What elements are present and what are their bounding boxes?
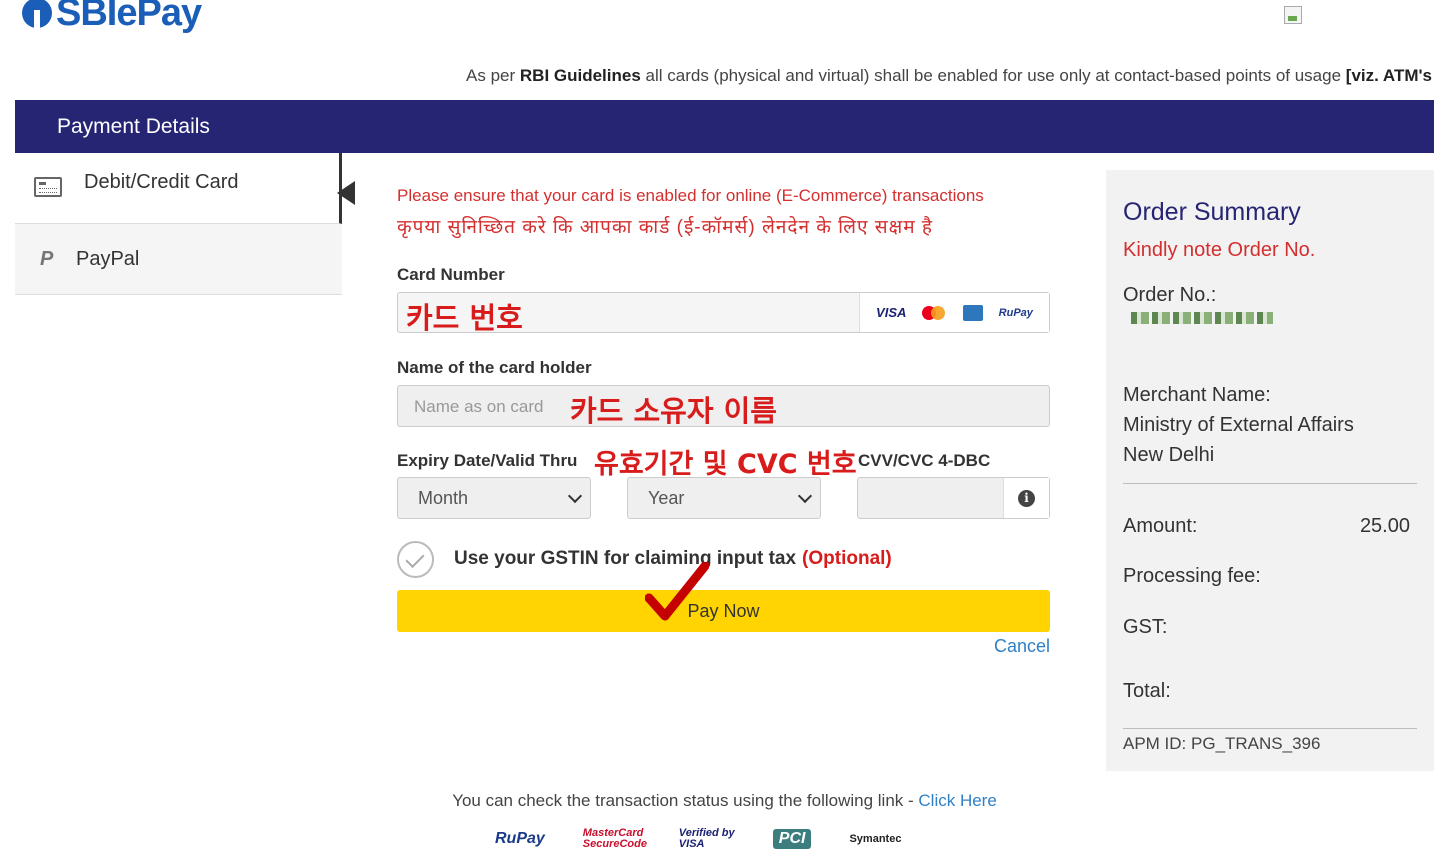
order-summary-title: Order Summary (1123, 198, 1301, 226)
card-network-logos: VISA RuPay (859, 293, 1049, 332)
expiry-month-value: Month (418, 487, 469, 508)
rupay-badge-icon: RuPay (495, 830, 545, 847)
card-holder-label: Name of the card holder (397, 358, 592, 377)
expiry-month-select[interactable]: Month (397, 477, 591, 519)
transaction-status-line: You can check the transaction status usi… (0, 791, 1440, 811)
mastercard-securecode-badge-icon: MasterCard SecureCode (582, 827, 647, 850)
merchant-name-line-1: Ministry of External Affairs (1123, 414, 1354, 436)
page-title: Payment Details (57, 115, 210, 138)
logo-text: SBIePay (56, 0, 202, 34)
verified-by-visa-badge-icon: Verified by VISA (678, 827, 735, 850)
pci-badge-icon: PCI (772, 829, 812, 849)
gstin-optional-label: (Optional) (802, 548, 892, 569)
visa-logo-icon: VISA (876, 305, 907, 320)
payment-method-sidebar: Debit/Credit Card P PayPal (15, 153, 355, 295)
pay-now-button[interactable]: Pay Now (397, 590, 1050, 632)
sbiepay-logo: SBIePay (22, 0, 202, 34)
cancel-link[interactable]: Cancel (994, 636, 1050, 657)
transaction-status-text: You can check the transaction status usi… (452, 791, 919, 810)
expiry-annotation: 유효기간 및 CVC 번호 (594, 449, 857, 480)
order-summary-panel: Order Summary Kindly note Order No. Orde… (1106, 170, 1434, 771)
card-number-label: Card Number (397, 265, 505, 284)
summary-divider (1123, 728, 1417, 729)
processing-fee-label: Processing fee: (1123, 565, 1261, 587)
merchant-name-label: Merchant Name: (1123, 384, 1271, 406)
apm-id: APM ID: PG_TRANS_396 (1123, 734, 1321, 753)
cvv-info-button[interactable]: i (1003, 478, 1049, 518)
expiry-label: Expiry Date/Valid Thru (397, 451, 578, 470)
order-number-redacted (1131, 312, 1273, 324)
amount-value: 25.00 (1359, 515, 1410, 537)
order-number-note: Kindly note Order No. (1123, 239, 1316, 261)
mastercard-logo-icon (922, 305, 946, 320)
expiry-year-select[interactable]: Year (627, 477, 821, 519)
gstin-option-row: Use your GSTIN for claiming input tax (Op… (397, 540, 892, 578)
sidebar-item-label: PayPal (76, 247, 140, 270)
click-here-link[interactable]: Click Here (918, 791, 996, 810)
rupay-logo-icon: RuPay (998, 306, 1033, 319)
card-holder-annotation: 카드 소유자 이름 (570, 394, 777, 428)
gstin-label: Use your GSTIN for claiming input tax (Op… (454, 548, 892, 570)
symantec-badge-icon: Symantec (849, 833, 902, 845)
ecommerce-warning-hindi: कृपया सुनिच्छित करे कि आपका कार्ड (ई-कॉम… (397, 217, 933, 238)
order-number-label: Order No.: (1123, 284, 1217, 306)
rbi-notice-prefix: As per (466, 66, 520, 85)
card-holder-input[interactable]: Name as on card 카드 소유자 이름 (397, 385, 1050, 428)
summary-divider (1123, 483, 1417, 484)
chevron-down-icon (567, 488, 583, 504)
expiry-year-value: Year (648, 487, 685, 508)
amount-label: Amount: (1123, 515, 1198, 537)
rbi-notice-middle: all cards (physical and virtual) shall b… (640, 66, 1346, 85)
broken-image-icon (1284, 6, 1302, 24)
amex-logo-icon (962, 304, 983, 321)
cvv-input[interactable]: i (857, 477, 1050, 519)
card-number-annotation: 카드 번호 (406, 301, 523, 335)
ecommerce-warning-english: Please ensure that your card is enabled … (397, 186, 984, 205)
chevron-down-icon (797, 488, 813, 504)
sidebar-item-label: Debit/Credit Card (84, 171, 239, 193)
total-label: Total: (1123, 680, 1171, 702)
sidebar-item-debit-credit-card[interactable]: Debit/Credit Card (15, 153, 355, 224)
gstin-label-text: Use your GSTIN for claiming input tax (454, 548, 797, 569)
info-icon: i (1018, 489, 1035, 507)
gstin-checkbox[interactable] (397, 540, 434, 578)
sidebar-item-paypal[interactable]: P PayPal (15, 224, 342, 295)
sbi-logo-icon (22, 0, 52, 28)
gst-label: GST: (1123, 616, 1168, 638)
merchant-name-line-2: New Delhi (1123, 444, 1215, 466)
rbi-notice-bold: RBI Guidelines (519, 66, 641, 85)
trust-badges: RuPay MasterCard SecureCode Verified by … (495, 828, 939, 850)
card-holder-placeholder: Name as on card (414, 397, 544, 416)
card-number-input[interactable]: 카드 번호 VISA RuPay (397, 292, 1050, 335)
paypal-icon: P (40, 248, 54, 270)
pay-now-label: Pay Now (687, 600, 760, 621)
credit-card-icon (34, 177, 62, 197)
cvv-label: CVV/CVC 4-DBC (858, 451, 991, 470)
rbi-notice-bold-end: [viz. ATM's (1345, 66, 1432, 85)
payment-details-header: Payment Details (15, 100, 1434, 153)
active-indicator (337, 181, 355, 205)
rbi-notice: As per RBI Guidelines all cards (physica… (466, 66, 1432, 86)
